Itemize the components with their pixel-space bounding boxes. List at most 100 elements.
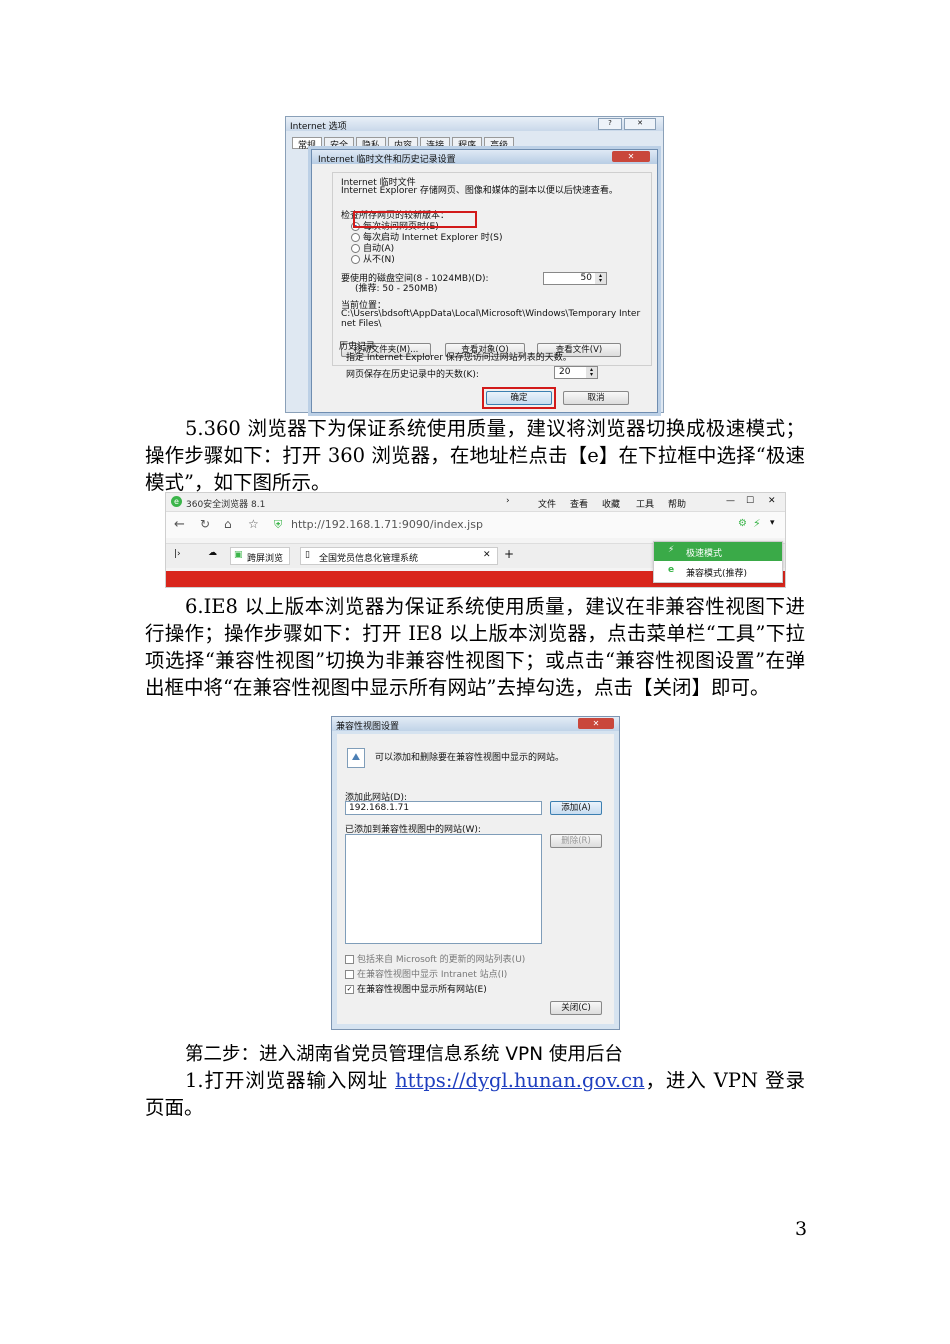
lightning-icon: ⚡ [668,545,675,555]
temp-files-titlebar: Internet 临时文件和历史记录设置 ✕ [312,150,657,165]
check-all-sites-label: 在兼容性视图中显示所有网站(E) [357,985,487,995]
step2-text-pre: 1.打开浏览器输入网址 [185,1069,396,1092]
history-days-label: 网页保存在历史记录中的天数(K): [346,370,479,380]
mode-dropdown: ⚡ 极速模式 e 兼容模式(推荐) [653,541,783,583]
close-icon[interactable]: ✕ [768,496,776,506]
home-icon[interactable]: ⌂ [224,517,232,531]
ie-options-title: Internet 选项 [290,122,347,132]
back-icon[interactable]: ← [174,517,185,532]
ie-options-screenshot: Internet 选项 ? ✕ 常规 安全 隐私 内容 连接 程序 高级 Int… [285,116,664,413]
split-screen-icon: ▣ [234,550,243,560]
page-number: 3 [795,1218,808,1240]
check-intranet-label: 在兼容性视图中显示 Intranet 站点(I) [357,970,508,980]
minimize-icon[interactable]: — [726,496,735,506]
browser360-logo-icon: e [171,496,182,507]
new-tab-icon[interactable]: + [504,547,514,561]
disk-space-value: 50 [580,273,592,283]
star-icon[interactable]: ☆ [248,517,259,531]
radio-never[interactable]: 从不(N) [351,252,395,265]
temp-files-title: Internet 临时文件和历史记录设置 [318,155,456,165]
menu-favorites[interactable]: 收藏 [602,497,620,510]
ie-options-tabs: 常规 安全 隐私 内容 连接 程序 高级 [292,137,515,151]
compat-mode-icon[interactable]: ⚙ [738,518,747,529]
browser360-titlebar: e 360安全浏览器 8.1 › 文件 查看 收藏 工具 帮助 — ☐ ✕ [166,493,785,512]
dygl-link[interactable]: https://dygl.hunan.gov.cn [395,1069,645,1092]
radio-icon [351,255,360,264]
ie-options-titlebar: Internet 选项 ? ✕ [286,117,663,132]
spinner-icon[interactable]: ▴ ▾ [595,273,606,284]
spinner-icon[interactable]: ▴ ▾ [586,367,597,378]
compat-view-screenshot: 兼容性视图设置 ✕ ⛰ 可以添加和删除要在兼容性视图中显示的网站。 添加此网站(… [331,716,620,1030]
browser360-addressbar: ← ↻ ⌂ ☆ ⛨ http://192.168.1.71:9090/index… [166,512,785,538]
paragraph-ie8: 6.IE8 以上版本浏览器为保证系统使用质量，建议在非兼容性视图下进行操作；操作… [145,595,805,699]
menu-file[interactable]: 文件 [538,497,556,510]
compat-body: ⛰ 可以添加和删除要在兼容性视图中显示的网站。 添加此网站(D): 192.16… [337,734,614,1024]
radio-never-label: 从不(N) [363,255,395,265]
checkbox-icon [345,955,354,964]
dropdown-compat-mode[interactable]: e 兼容模式(推荐) [654,562,782,581]
tab-split-screen[interactable]: ▣ 跨屏浏览 [230,547,290,565]
highlight-ok-button [482,387,556,409]
browser360-title: 360安全浏览器 8.1 [186,500,266,510]
disk-space-stepper[interactable]: 50 ▴ ▾ [543,272,607,285]
chevron-right-icon[interactable]: › [506,496,510,506]
close-icon[interactable]: ✕ [578,718,614,729]
history-days-value: 20 [559,367,571,377]
picture-icon: ⛰ [347,748,365,768]
compat-titlebar: 兼容性视图设置 ✕ [332,717,619,732]
disk-space-hint: (推荐: 50 - 250MB) [355,284,438,294]
paragraph-360-browser: 5.360 浏览器下为保证系统使用质量，建议将浏览器切换成极速模式；操作步骤如下… [145,417,805,494]
help-icon[interactable]: ? [598,118,622,130]
cancel-button[interactable]: 取消 [563,391,629,405]
check-ms-list-label: 包括来自 Microsoft 的更新的网站列表(U) [357,955,526,965]
tab-connections[interactable]: 连接 [420,137,451,151]
tab-privacy[interactable]: 隐私 [356,137,387,151]
maximize-icon[interactable]: ☐ [746,496,754,506]
close-icon[interactable]: ✕ [624,118,656,130]
history-desc: 指定 Internet Explorer 保存您访问过网站列表的天数。 [346,353,572,363]
check-intranet[interactable]: 在兼容性视图中显示 Intranet 站点(I) [345,967,507,980]
refresh-icon[interactable]: ↻ [200,517,210,531]
tab-current-page[interactable]: ▯ 全国党员信息化管理系统 ✕ [300,547,498,565]
temp-desc: Internet Explorer 存储网页、图像和媒体的副本以便以后快速查看。 [341,186,618,196]
menu-help[interactable]: 帮助 [668,497,686,510]
site-list[interactable] [345,834,542,944]
step2-heading: 第二步：进入湖南省党员管理信息系统 VPN 使用后台 [185,1044,623,1065]
close-button[interactable]: 关闭(C) [550,1001,602,1015]
lightning-icon[interactable]: ⚡ [753,517,761,530]
shield-icon: ⛨ [274,518,283,531]
tab-security[interactable]: 安全 [324,137,355,151]
address-url[interactable]: http://192.168.1.71:9090/index.jsp [291,518,483,531]
compat-title: 兼容性视图设置 [336,722,400,732]
cloud-icon[interactable]: ☁ [208,548,217,558]
dropdown-fast-mode[interactable]: ⚡ 极速模式 [654,542,782,561]
tab-advanced[interactable]: 高级 [484,137,515,151]
dropdown-compat-mode-label: 兼容模式(推荐) [686,569,748,579]
sidebar-toggle-icon[interactable]: |› [174,549,181,559]
add-site-input[interactable]: 192.168.1.71 [345,801,542,815]
tab-general[interactable]: 常规 [292,137,323,151]
add-site-value: 192.168.1.71 [349,803,410,813]
checkbox-icon [345,970,354,979]
tab-programs[interactable]: 程序 [452,137,483,151]
highlight-every-visit [353,211,477,228]
dialog-close-icon[interactable]: ✕ [612,151,650,162]
dropdown-fast-mode-label: 极速模式 [686,549,723,559]
add-button[interactable]: 添加(A) [550,801,602,815]
temp-files-group: Internet 临时文件 Internet Explorer 存储网页、图像和… [332,172,652,366]
remove-button[interactable]: 删除(R) [550,834,602,848]
history-days-stepper[interactable]: 20 ▴ ▾ [554,366,598,379]
menu-view[interactable]: 查看 [570,497,588,510]
checkmark-icon: ✓ [345,985,354,994]
tab-content[interactable]: 内容 [388,137,419,151]
ie-icon: e [668,565,675,575]
chevron-down-icon[interactable]: ▾ [770,518,775,528]
step2-paragraph: 1.打开浏览器输入网址 https://dygl.hunan.gov.cn，进入… [145,1067,805,1121]
check-all-sites[interactable]: ✓ 在兼容性视图中显示所有网站(E) [345,982,487,995]
check-ms-list[interactable]: 包括来自 Microsoft 的更新的网站列表(U) [345,952,525,965]
tab-close-icon[interactable]: ✕ [483,550,491,560]
browser360-screenshot: e 360安全浏览器 8.1 › 文件 查看 收藏 工具 帮助 — ☐ ✕ ← … [165,492,786,588]
menu-tools[interactable]: 工具 [636,497,654,510]
tab-page-title: 全国党员信息化管理系统 [319,554,419,564]
page-icon: ▯ [305,550,310,560]
